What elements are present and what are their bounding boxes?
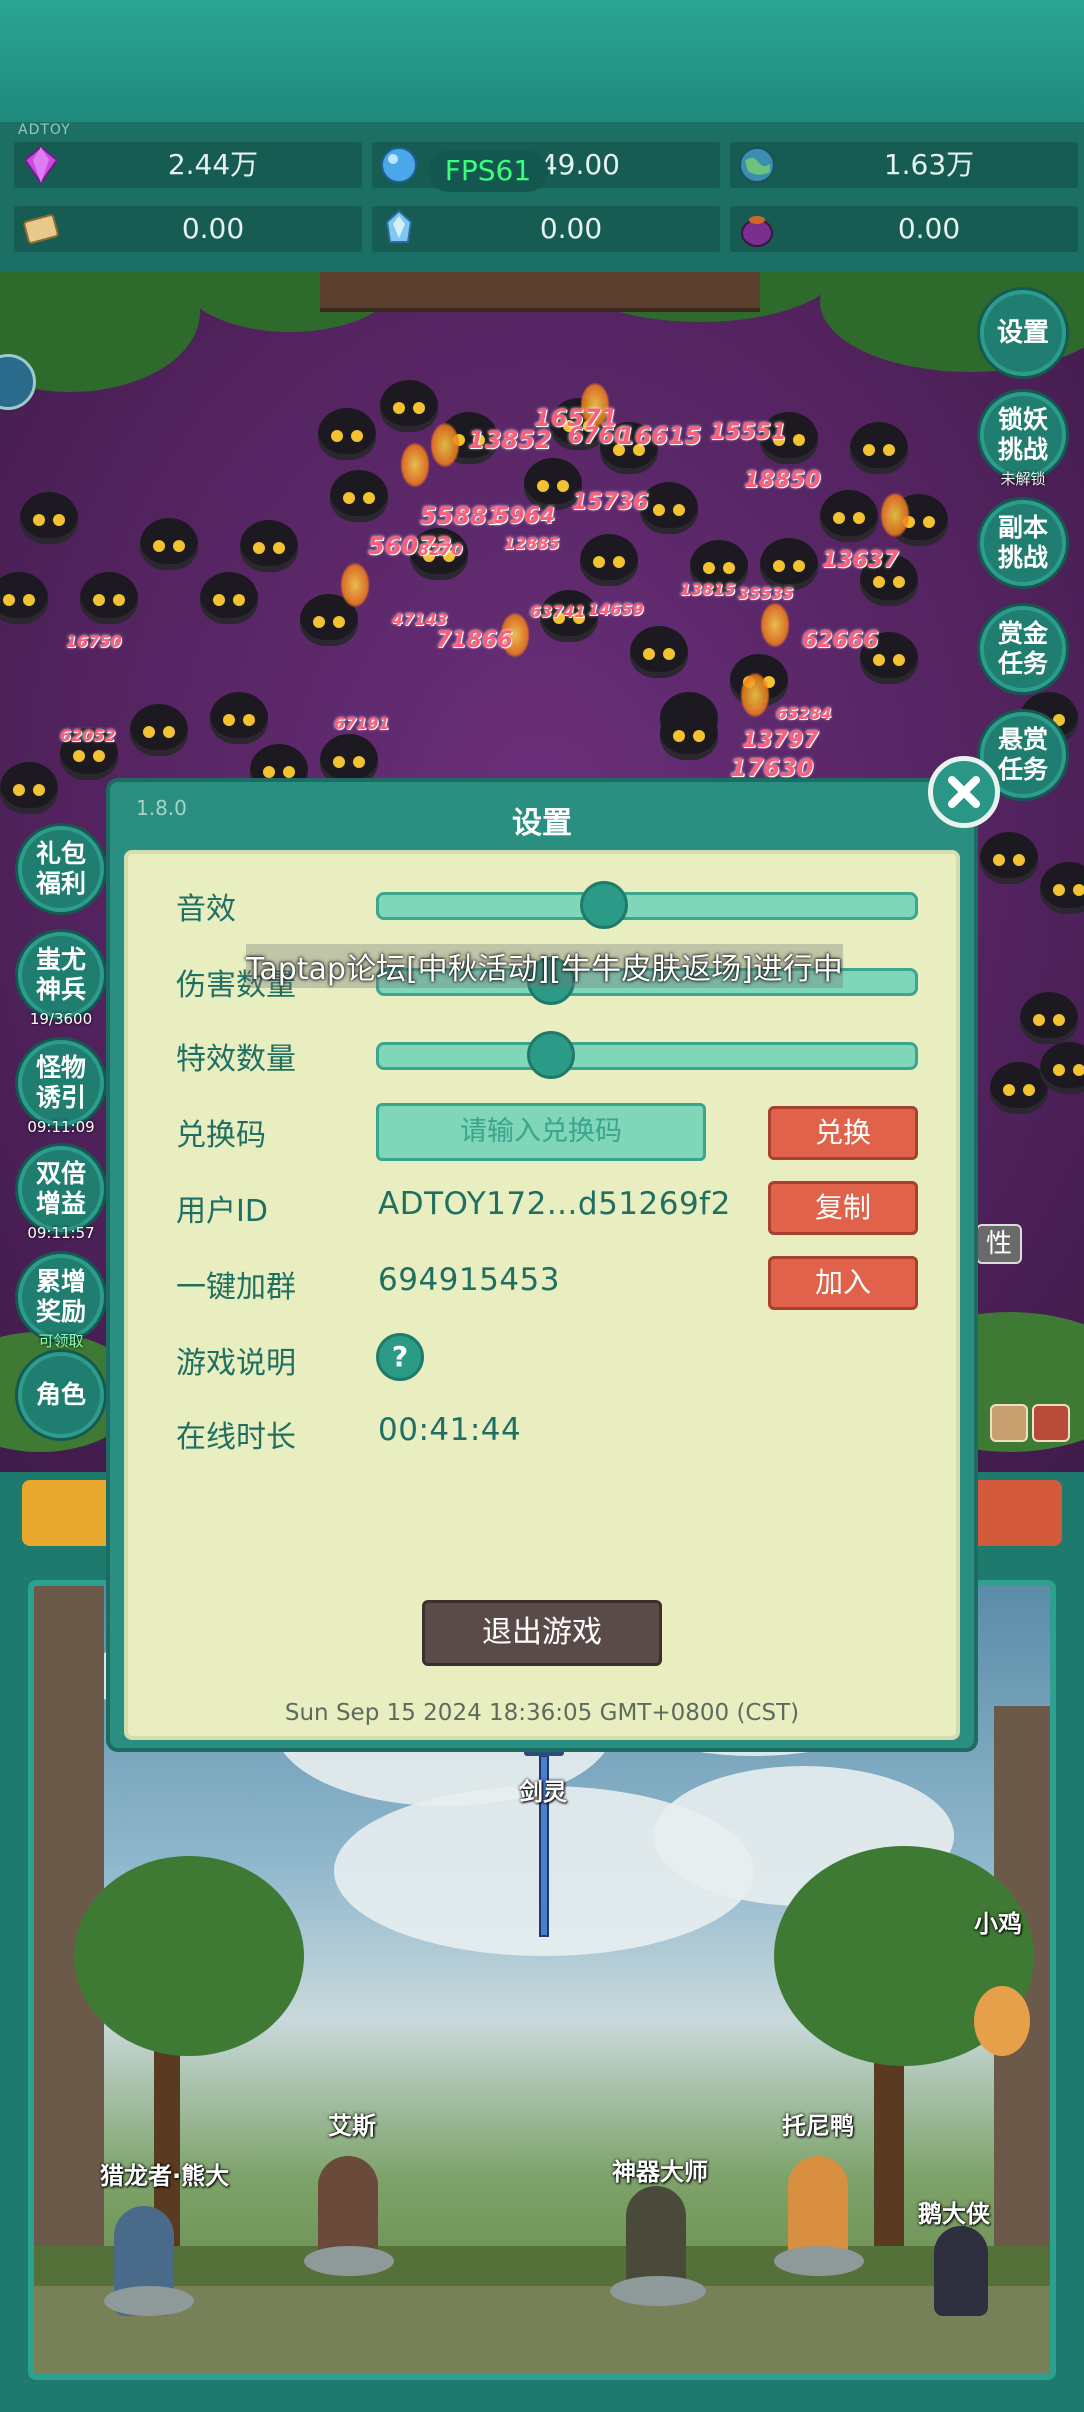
hero-name-label: 艾斯	[328, 2112, 376, 2140]
bounty-task-button[interactable]: 赏金任务	[980, 606, 1066, 692]
blue-crystal-orb-icon	[381, 147, 417, 183]
attribute-tag[interactable]: 性	[976, 1224, 1022, 1264]
damage-number: 18850	[744, 468, 821, 493]
sound-label: 音效	[176, 892, 236, 927]
damage-number: 47143	[392, 610, 448, 629]
chiyou-weapon-button[interactable]: 蚩尤神兵 19/3600	[18, 932, 104, 1028]
user-id-label: 用户ID	[176, 1194, 268, 1229]
timestamp: Sun Sep 15 2024 18:36:05 GMT+0800 (CST)	[284, 1700, 800, 1726]
redeem-code-label: 兑换码	[176, 1118, 266, 1153]
damage-number: 63741	[530, 602, 586, 621]
close-button[interactable]	[928, 756, 1000, 828]
damage-number: 16750	[66, 632, 122, 651]
damage-number: 67191	[334, 714, 390, 733]
scroll-icon	[23, 214, 59, 244]
damage-number: 8270	[418, 540, 463, 559]
gift-pack-button[interactable]: 礼包福利	[18, 826, 104, 912]
pot-value: 0.00	[897, 212, 961, 245]
hero-name-label: 剑灵	[519, 1778, 567, 1806]
damage-number: 55881	[420, 502, 504, 530]
damage-number: 13637	[822, 548, 899, 573]
chick-hero[interactable]	[974, 1986, 1030, 2056]
effects-count-slider[interactable]	[376, 1031, 918, 1079]
earth-globe-icon	[739, 147, 775, 183]
help-icon[interactable]: ?	[376, 1333, 424, 1381]
top-band	[0, 0, 1084, 122]
damage-number: 62666	[802, 628, 879, 653]
user-id-value: ADTOY172...d51269f2	[378, 1186, 731, 1222]
effects-count-label: 特效数量	[176, 1042, 296, 1077]
character-button[interactable]: 角色	[18, 1352, 104, 1438]
fps-counter: FPS61	[428, 150, 548, 192]
group-number: 694915453	[378, 1262, 561, 1298]
damage-number: 15736	[572, 490, 649, 515]
game-guide-label: 游戏说明	[176, 1346, 296, 1381]
skill-slot-icon[interactable]	[1032, 1404, 1070, 1442]
dungeon-challenge-button[interactable]: 副本挑战	[980, 500, 1066, 586]
resource-scroll: 0.00	[14, 206, 362, 252]
wooden-bridge	[320, 272, 760, 312]
damage-number: 15551	[710, 420, 787, 445]
purple-gem-icon	[23, 145, 59, 185]
hero-name-label: 托尼鸭	[782, 2112, 854, 2140]
resource-bar: 2.44万 149.00 1.63万 0.00 0.00 0.00	[0, 122, 1084, 272]
join-button[interactable]: 加入	[768, 1256, 918, 1310]
copy-button[interactable]: 复制	[768, 1181, 918, 1235]
online-time-value: 00:41:44	[378, 1412, 522, 1448]
goose-hero[interactable]	[934, 2226, 988, 2316]
exit-game-button[interactable]: 退出游戏	[422, 1600, 662, 1666]
hero-name-label: 小鸡	[974, 1910, 1022, 1938]
damage-number: 16615	[618, 422, 702, 450]
hero-name-label: 鹅大侠	[918, 2200, 990, 2228]
close-icon	[948, 776, 980, 808]
damage-number: 14659	[588, 600, 644, 619]
cumulative-reward-button[interactable]: 累增奖励 可领取	[18, 1254, 104, 1350]
double-boost-button[interactable]: 双倍增益 09:11:57	[18, 1146, 104, 1242]
globe-value: 1.63万	[883, 148, 975, 181]
online-time-label: 在线时长	[176, 1420, 296, 1455]
settings-button[interactable]: 设置	[980, 290, 1066, 376]
brand-tag: ADTOY	[18, 122, 71, 138]
slider-knob[interactable]	[526, 1031, 575, 1079]
resource-pot: 0.00	[730, 206, 1078, 252]
damage-number: 35535	[738, 584, 794, 603]
resource-gem: 2.44万	[14, 142, 362, 188]
redeem-code-input[interactable]: 请输入兑换码	[376, 1103, 706, 1161]
join-group-label: 一键加群	[176, 1270, 296, 1305]
hero-name-label: 猎龙者·熊大	[100, 2162, 230, 2190]
damage-number: 65284	[776, 704, 832, 723]
demon-lock-challenge-button[interactable]: 锁妖挑战 未解锁	[980, 392, 1066, 488]
resource-ice: 0.00	[372, 206, 720, 252]
scroll-value: 0.00	[181, 212, 245, 245]
damage-number: 13815	[680, 580, 736, 599]
monster-lure-button[interactable]: 怪物诱引 09:11:09	[18, 1040, 104, 1136]
damage-number: 5964	[494, 504, 556, 529]
skill-slot-icon[interactable]	[990, 1404, 1028, 1442]
redeem-button[interactable]: 兑换	[768, 1106, 918, 1160]
ice-crystal-icon	[385, 209, 413, 243]
resource-globe: 1.63万	[730, 142, 1078, 188]
ice-value: 0.00	[539, 212, 603, 245]
magic-pot-icon	[741, 216, 773, 247]
damage-number: 62052	[60, 726, 116, 745]
damage-number: 71866	[436, 628, 513, 653]
damage-number: 13797	[742, 728, 819, 753]
hero-name-label: 神器大师	[612, 2158, 708, 2186]
slider-knob[interactable]	[580, 881, 629, 929]
sound-slider[interactable]	[376, 881, 918, 929]
gem-value: 2.44万	[167, 148, 259, 181]
damage-number: 12885	[504, 534, 560, 553]
dialog-title: 设置	[512, 806, 572, 841]
announcement-marquee: Taptap论坛[中秋活动][牛牛皮肤返场]进行中	[246, 944, 843, 988]
damage-number: 13852	[468, 426, 552, 454]
